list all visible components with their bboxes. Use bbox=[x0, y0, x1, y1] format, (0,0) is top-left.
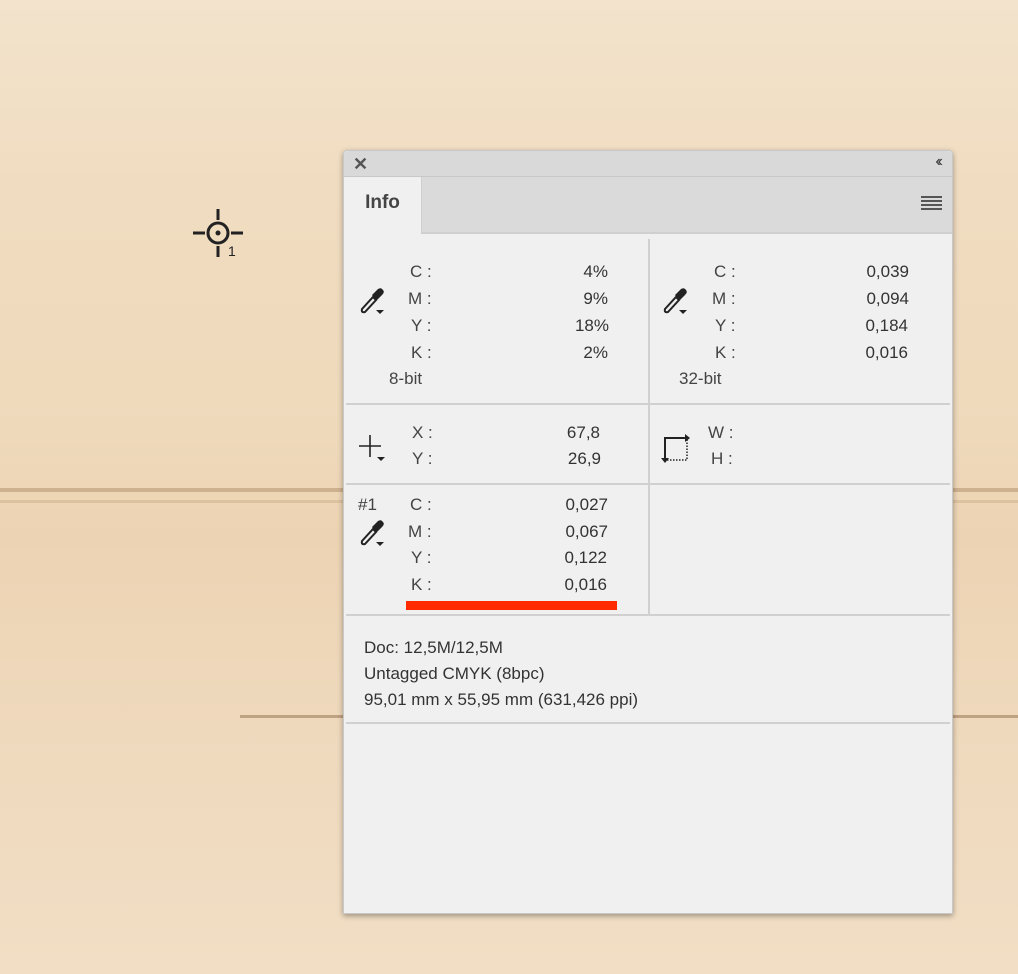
value-k: 0,016 bbox=[865, 343, 908, 362]
bit-depth[interactable]: 8-bit bbox=[389, 369, 422, 389]
panel-titlebar[interactable]: ✕ ‹‹ bbox=[344, 151, 952, 177]
value-y: 0,122 bbox=[564, 548, 607, 567]
tab-info[interactable]: Info bbox=[344, 177, 422, 234]
tab-bar: Info bbox=[344, 177, 952, 234]
collapse-icon[interactable]: ‹‹ bbox=[935, 153, 942, 171]
label-k: K : bbox=[715, 343, 736, 362]
value-c: 0,039 bbox=[866, 262, 909, 281]
divider bbox=[346, 614, 950, 616]
label-m: M : bbox=[408, 522, 432, 541]
label-c: C : bbox=[410, 262, 432, 281]
value-m: 9% bbox=[583, 289, 608, 308]
value-k: 0,016 bbox=[564, 575, 607, 594]
label-k: K : bbox=[411, 575, 432, 594]
value-y: 18% bbox=[574, 316, 609, 335]
value-c: 4% bbox=[583, 262, 608, 281]
label-w: W : bbox=[708, 423, 734, 442]
eyedropper-icon[interactable] bbox=[358, 517, 388, 547]
label-y: Y : bbox=[715, 316, 736, 335]
panel-menu-icon[interactable] bbox=[921, 196, 942, 210]
label-c: C : bbox=[714, 262, 736, 281]
value-m: 0,094 bbox=[866, 289, 909, 308]
label-x: X : bbox=[412, 423, 433, 442]
doc-dimensions: 95,01 mm x 55,95 mm (631,426 ppi) bbox=[364, 690, 639, 709]
eyedropper-icon[interactable] bbox=[358, 285, 388, 315]
sampler-id: #1 bbox=[358, 495, 377, 514]
label-c: C : bbox=[410, 495, 432, 514]
close-icon[interactable]: ✕ bbox=[353, 154, 368, 175]
value-k: 2% bbox=[583, 343, 608, 362]
info-panel: ✕ ‹‹ Info C : M : Y : K : 4% 9% 18% 2% 8… bbox=[343, 150, 953, 914]
value-y: 0,184 bbox=[865, 316, 908, 335]
value-y: 26,9 bbox=[567, 449, 601, 468]
eyedropper-icon[interactable] bbox=[661, 285, 691, 315]
label-y: Y : bbox=[412, 449, 433, 468]
selection-size-icon bbox=[661, 434, 690, 463]
divider bbox=[648, 239, 650, 614]
divider bbox=[346, 483, 950, 485]
value-c: 0,027 bbox=[565, 495, 608, 514]
crosshair-icon[interactable] bbox=[358, 433, 388, 463]
label-m: M : bbox=[408, 289, 432, 308]
value-x: 67,8 bbox=[566, 423, 600, 442]
label-y: Y : bbox=[411, 548, 432, 567]
sampler-number: 1 bbox=[228, 243, 236, 259]
divider bbox=[346, 403, 950, 405]
label-k: K : bbox=[411, 343, 432, 362]
value-m: 0,067 bbox=[565, 522, 608, 541]
label-h: H : bbox=[711, 449, 733, 468]
highlight-underline bbox=[406, 601, 617, 610]
label-m: M : bbox=[712, 289, 736, 308]
label-y: Y : bbox=[411, 316, 432, 335]
bit-depth[interactable]: 32-bit bbox=[679, 369, 722, 389]
divider bbox=[346, 722, 950, 724]
doc-size: Doc: 12,5M/12,5M bbox=[364, 638, 503, 657]
color-profile: Untagged CMYK (8bpc) bbox=[364, 664, 545, 683]
